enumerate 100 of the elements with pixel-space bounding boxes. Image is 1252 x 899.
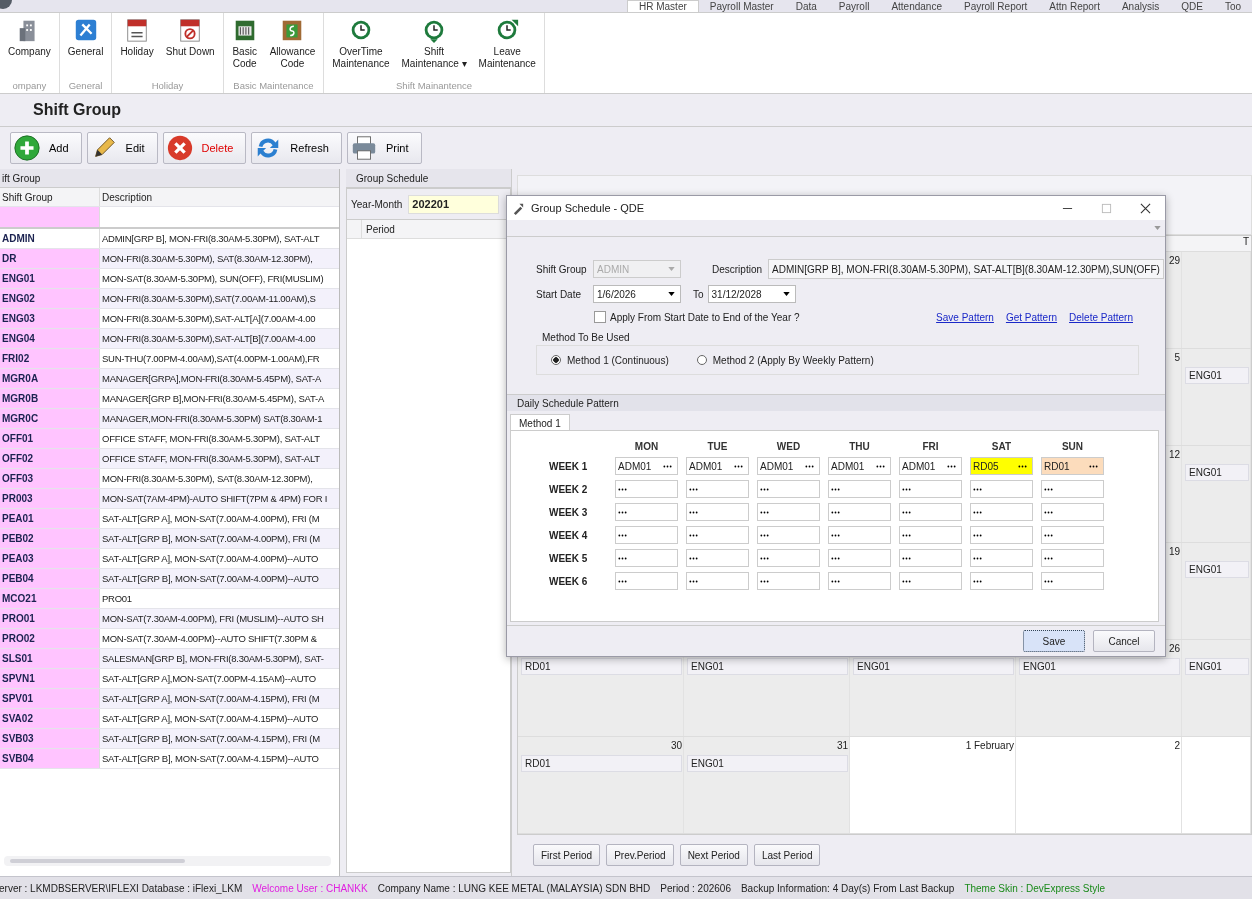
shift-code-field[interactable]: ADM01 bbox=[899, 457, 962, 475]
ribbon-button[interactable]: Company bbox=[4, 13, 55, 80]
table-cell[interactable]: SPV01 bbox=[0, 689, 100, 708]
shift-code-field[interactable] bbox=[899, 549, 962, 567]
toolbar-button[interactable]: Print bbox=[346, 132, 422, 164]
table-cell[interactable]: ENG02 bbox=[0, 289, 100, 308]
shift-code-field[interactable] bbox=[1041, 549, 1104, 567]
shift-entry[interactable]: RD01 bbox=[521, 755, 682, 772]
table-cell[interactable]: SVB03 bbox=[0, 729, 100, 748]
scrollbar[interactable] bbox=[4, 856, 331, 866]
table-cell[interactable]: ENG03 bbox=[0, 309, 100, 328]
shift-code-field[interactable]: RD05 bbox=[970, 457, 1033, 475]
close-icon[interactable] bbox=[1140, 202, 1151, 214]
ribbon-tab[interactable]: Too bbox=[1213, 1, 1252, 12]
table-cell[interactable]: MGR0B bbox=[0, 389, 100, 408]
table-cell[interactable]: MCO21 bbox=[0, 589, 100, 608]
ribbon-tab[interactable]: Attn Report bbox=[1038, 1, 1111, 12]
table-cell[interactable]: PEA01 bbox=[0, 509, 100, 528]
description-field[interactable]: ADMIN[GRP B], MON-FRI(8.30AM-5.30PM), SAT-ALT[B](8.30AM-12.30PM),SUN(OFF) bbox=[768, 259, 1164, 279]
ribbon-tab[interactable]: Payroll Report bbox=[953, 1, 1039, 12]
table-cell[interactable]: PEB02 bbox=[0, 529, 100, 548]
calendar-cell[interactable] bbox=[1182, 252, 1251, 348]
shift-code-field[interactable]: ADM01 bbox=[757, 457, 820, 475]
shift-code-field[interactable] bbox=[899, 526, 962, 544]
shift-code-field[interactable] bbox=[686, 572, 749, 590]
year-month-field[interactable]: 202201 bbox=[408, 194, 500, 214]
shift-code-field[interactable] bbox=[970, 480, 1033, 498]
shift-code-field[interactable] bbox=[757, 526, 820, 544]
toolbar-button[interactable]: Add bbox=[10, 132, 82, 164]
shift-entry[interactable]: ENG01 bbox=[687, 658, 848, 675]
filter-row[interactable] bbox=[0, 207, 339, 229]
link[interactable]: Delete Pattern bbox=[1069, 311, 1133, 323]
shift-entry[interactable]: ENG01 bbox=[1185, 464, 1249, 481]
period-button[interactable]: Prev.Period bbox=[606, 844, 674, 866]
shift-code-field[interactable] bbox=[828, 549, 891, 567]
calendar-cell[interactable]: 31 ENG01 bbox=[684, 737, 850, 833]
table-cell[interactable]: PRO01 bbox=[0, 609, 100, 628]
period-button[interactable]: Last Period bbox=[753, 844, 821, 866]
dialog-button[interactable]: Save bbox=[1023, 630, 1085, 652]
shift-code-field[interactable] bbox=[757, 480, 820, 498]
ribbon-tab[interactable]: Data bbox=[784, 1, 828, 12]
calendar-cell[interactable]: ENG01 bbox=[1182, 349, 1251, 445]
ribbon-button[interactable]: Basic Code bbox=[227, 13, 262, 80]
shift-code-field[interactable] bbox=[757, 572, 820, 590]
shift-entry[interactable]: ENG01 bbox=[1185, 658, 1249, 675]
toolbar-button[interactable]: Delete bbox=[162, 132, 247, 164]
shift-entry[interactable]: ENG01 bbox=[1185, 367, 1249, 384]
shift-code-field[interactable] bbox=[615, 572, 678, 590]
ribbon-button[interactable]: Shut Down bbox=[161, 13, 219, 80]
table-cell[interactable]: DR bbox=[0, 249, 100, 268]
ribbon-tab[interactable]: Attendance bbox=[880, 1, 953, 12]
shift-entry[interactable]: RD01 bbox=[521, 658, 682, 675]
ribbon-button[interactable]: Allowance Code bbox=[265, 13, 320, 80]
shift-entry[interactable]: ENG01 bbox=[1019, 658, 1180, 675]
shift-code-field[interactable] bbox=[899, 503, 962, 521]
table-cell[interactable]: PRO02 bbox=[0, 629, 100, 648]
shift-code-field[interactable] bbox=[828, 480, 891, 498]
shift-code-field[interactable] bbox=[970, 526, 1033, 544]
column-header[interactable]: Period bbox=[366, 223, 395, 235]
shift-code-field[interactable] bbox=[828, 572, 891, 590]
shift-code-field[interactable]: ADM01 bbox=[686, 457, 749, 475]
table-cell[interactable]: PR003 bbox=[0, 489, 100, 508]
shift-code-field[interactable] bbox=[899, 572, 962, 590]
shift-code-field[interactable] bbox=[686, 503, 749, 521]
shift-entry[interactable]: ENG01 bbox=[687, 755, 848, 772]
shift-code-field[interactable]: RD01 bbox=[1041, 457, 1104, 475]
toolbar-button[interactable]: Refresh bbox=[251, 132, 342, 164]
shift-code-field[interactable] bbox=[757, 503, 820, 521]
shift-code-field[interactable] bbox=[757, 549, 820, 567]
shift-code-field[interactable] bbox=[615, 526, 678, 544]
tab[interactable]: Method 1 bbox=[510, 414, 570, 430]
shift-code-field[interactable] bbox=[970, 549, 1033, 567]
table-cell[interactable]: ENG01 bbox=[0, 269, 100, 288]
shift-code-field[interactable] bbox=[828, 503, 891, 521]
shift-code-field[interactable] bbox=[1041, 503, 1104, 521]
ribbon-button[interactable]: Shift Maintenance ▾ bbox=[397, 13, 471, 80]
shift-code-field[interactable] bbox=[970, 572, 1033, 590]
period-button[interactable]: Next Period bbox=[679, 844, 748, 866]
shift-code-field[interactable] bbox=[828, 526, 891, 544]
calendar-cell[interactable]: ENG01 bbox=[1182, 640, 1251, 736]
calendar-cell[interactable]: ENG01 bbox=[1182, 446, 1251, 542]
link[interactable]: Save Pattern bbox=[936, 311, 994, 323]
shift-code-field[interactable] bbox=[1041, 480, 1104, 498]
table-cell[interactable]: SLS01 bbox=[0, 649, 100, 668]
table-cell[interactable]: SVB04 bbox=[0, 749, 100, 768]
shift-code-field[interactable] bbox=[970, 503, 1033, 521]
table-cell[interactable]: OFF01 bbox=[0, 429, 100, 448]
table-cell[interactable]: ADMIN bbox=[0, 229, 100, 248]
shift-entry[interactable]: ENG01 bbox=[1185, 561, 1249, 578]
shift-code-field[interactable]: ADM01 bbox=[615, 457, 678, 475]
calendar-cell[interactable]: 30 RD01 bbox=[518, 737, 684, 833]
shift-code-field[interactable] bbox=[686, 549, 749, 567]
toolbar-button[interactable]: Edit bbox=[86, 132, 158, 164]
shift-code-field[interactable] bbox=[1041, 526, 1104, 544]
shift-code-field[interactable] bbox=[615, 480, 678, 498]
shift-code-field[interactable] bbox=[686, 526, 749, 544]
caret-icon[interactable] bbox=[1154, 226, 1161, 230]
table-cell[interactable]: PEB04 bbox=[0, 569, 100, 588]
period-list[interactable] bbox=[347, 239, 510, 872]
start-date-field[interactable]: 1/6/2026 bbox=[593, 285, 681, 303]
